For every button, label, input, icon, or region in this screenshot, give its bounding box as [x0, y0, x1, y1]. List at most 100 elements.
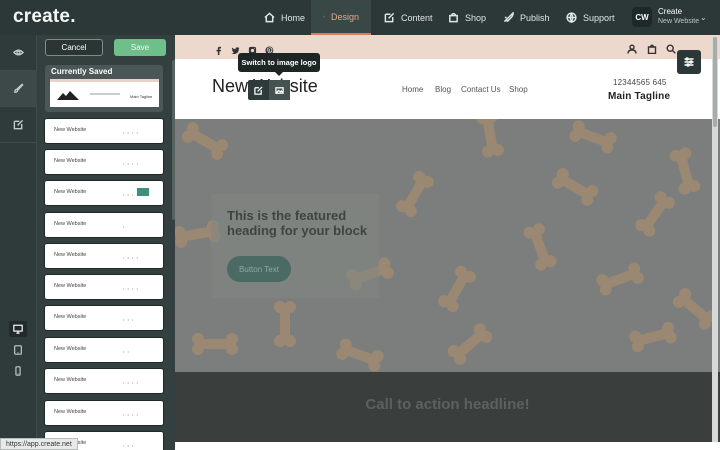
template-thumbnail[interactable]: New Website • • • •	[45, 244, 163, 268]
nav-home-label: Home	[281, 12, 306, 23]
site-nav-shop[interactable]: Shop	[509, 85, 528, 94]
cancel-button[interactable]: Cancel	[45, 39, 103, 56]
monitor-icon	[13, 324, 23, 334]
edit-icon	[384, 12, 395, 23]
template-name: New Website	[54, 409, 87, 415]
instagram-icon[interactable]	[248, 42, 258, 55]
eye-icon	[13, 49, 24, 56]
template-name: New Website	[54, 221, 87, 227]
cart-bag-icon[interactable]	[647, 41, 658, 55]
design-brush-button[interactable]	[0, 71, 37, 107]
template-name: New Website	[54, 252, 87, 258]
switch-logo-tooltip: Switch to image logo	[238, 53, 320, 76]
template-thumbnail[interactable]: New Website • • • •	[45, 275, 163, 299]
template-name: New Website	[54, 283, 87, 289]
currently-saved-thumbnail: Main Tagline	[50, 79, 159, 107]
template-nav-dots: • •	[123, 349, 130, 354]
chevron-down-icon[interactable]: ⌄	[700, 13, 707, 22]
nav-content[interactable]: Content	[372, 0, 445, 35]
mountain-logo-icon	[57, 91, 79, 100]
preview-scrollbar-thumb[interactable]	[713, 37, 717, 127]
template-thumbnail[interactable]: New Website • • •	[45, 181, 163, 205]
edit-icon	[13, 119, 24, 130]
edit-icon	[254, 85, 263, 95]
rocket-icon	[503, 12, 514, 23]
template-thumbnail[interactable]: New Website • • • •	[45, 401, 163, 425]
template-nav-dots: • • • •	[123, 286, 139, 291]
brush-icon	[323, 15, 325, 18]
nav-support-label: Support	[583, 12, 615, 23]
hero-section[interactable]: This is the featured heading for your bl…	[175, 119, 720, 372]
template-thumbnail[interactable]: New Website • • • •	[45, 369, 163, 393]
cta-headline[interactable]: Call to action headline!	[175, 396, 720, 413]
nav-shop-label: Shop	[465, 12, 487, 23]
template-name: New Website	[54, 346, 87, 352]
cta-section[interactable]: Call to action headline!	[175, 372, 720, 442]
home-icon	[264, 12, 275, 23]
currently-saved-label: Currently Saved	[51, 67, 113, 76]
nav-design[interactable]: Design	[311, 0, 371, 35]
image-icon	[275, 86, 284, 94]
sliders-icon	[684, 57, 694, 67]
user-icon[interactable]	[627, 41, 638, 54]
avatar: CW	[632, 7, 652, 27]
desktop-view-button[interactable]	[9, 321, 27, 337]
template-thumbnail[interactable]: New Website •	[45, 213, 163, 237]
template-name: New Website	[54, 189, 87, 195]
template-nav-dots: •	[123, 224, 126, 229]
search-icon[interactable]	[666, 41, 677, 54]
tablet-view-button[interactable]	[9, 342, 27, 358]
hero-heading[interactable]: This is the featured heading for your bl…	[227, 208, 372, 238]
thumbnail-tagline: Main Tagline	[130, 94, 153, 99]
nav-design-label: Design	[330, 11, 359, 22]
nav-home[interactable]: Home	[252, 0, 317, 35]
pinterest-icon[interactable]	[265, 42, 275, 55]
account-site: New Website	[658, 18, 700, 25]
edit-logo-button[interactable]	[248, 80, 269, 100]
template-name: New Website	[54, 127, 87, 133]
site-nav-contact[interactable]: Contact Us	[461, 85, 501, 94]
template-thumbnail[interactable]: New Website • • • •	[45, 119, 163, 143]
top-navigation-bar: create. Home Design Content Shop Publish…	[0, 0, 720, 35]
template-name: New Website	[54, 377, 87, 383]
nav-support[interactable]: Support	[554, 0, 627, 35]
edit-button[interactable]	[0, 107, 37, 143]
template-thumbnail[interactable]: New Website • • • •	[45, 150, 163, 174]
image-logo-button[interactable]	[269, 80, 290, 100]
tablet-icon	[14, 345, 22, 355]
template-nav-dots: • • •	[123, 317, 135, 322]
account-menu[interactable]: CW Create New Website	[632, 7, 699, 27]
template-name: New Website	[54, 158, 87, 164]
tool-rail	[0, 35, 37, 450]
template-accent-block	[137, 188, 149, 196]
save-button[interactable]: Save	[114, 39, 166, 56]
status-url: https://app.create.net	[0, 438, 78, 450]
app-logo[interactable]: create.	[13, 6, 76, 28]
mobile-view-button[interactable]	[9, 363, 27, 379]
template-thumbnail[interactable]: New Website • •	[45, 338, 163, 362]
brush-icon	[14, 83, 24, 93]
nav-shop[interactable]: Shop	[436, 0, 498, 35]
template-nav-dots: • • • •	[123, 380, 139, 385]
site-phone: 12344565 645	[613, 78, 667, 87]
template-nav-dots: • • •	[123, 192, 135, 197]
account-name: Create	[658, 7, 683, 16]
template-thumbnail[interactable]: New Website • • •	[45, 306, 163, 330]
logo-toolbar	[248, 80, 290, 100]
nav-publish-label: Publish	[520, 12, 550, 23]
hero-button[interactable]: Button Text	[227, 256, 291, 282]
template-nav-dots: • • • •	[123, 412, 139, 417]
site-nav-blog[interactable]: Blog	[435, 85, 451, 94]
twitter-icon[interactable]	[231, 42, 241, 55]
facebook-icon[interactable]	[214, 42, 224, 55]
preview-eye-button[interactable]	[0, 35, 37, 71]
currently-saved-card[interactable]: Currently Saved Main Tagline	[45, 65, 163, 112]
template-nav-dots: • • •	[123, 443, 135, 448]
block-settings-button[interactable]	[677, 50, 701, 74]
header-templates-panel: Cancel Save Currently Saved Main Tagline…	[37, 35, 175, 450]
phone-icon	[15, 366, 21, 376]
site-nav-home[interactable]: Home	[402, 85, 423, 94]
nav-publish[interactable]: Publish	[491, 0, 562, 35]
nav-content-label: Content	[401, 12, 433, 23]
hero-text-card: This is the featured heading for your bl…	[211, 194, 379, 298]
